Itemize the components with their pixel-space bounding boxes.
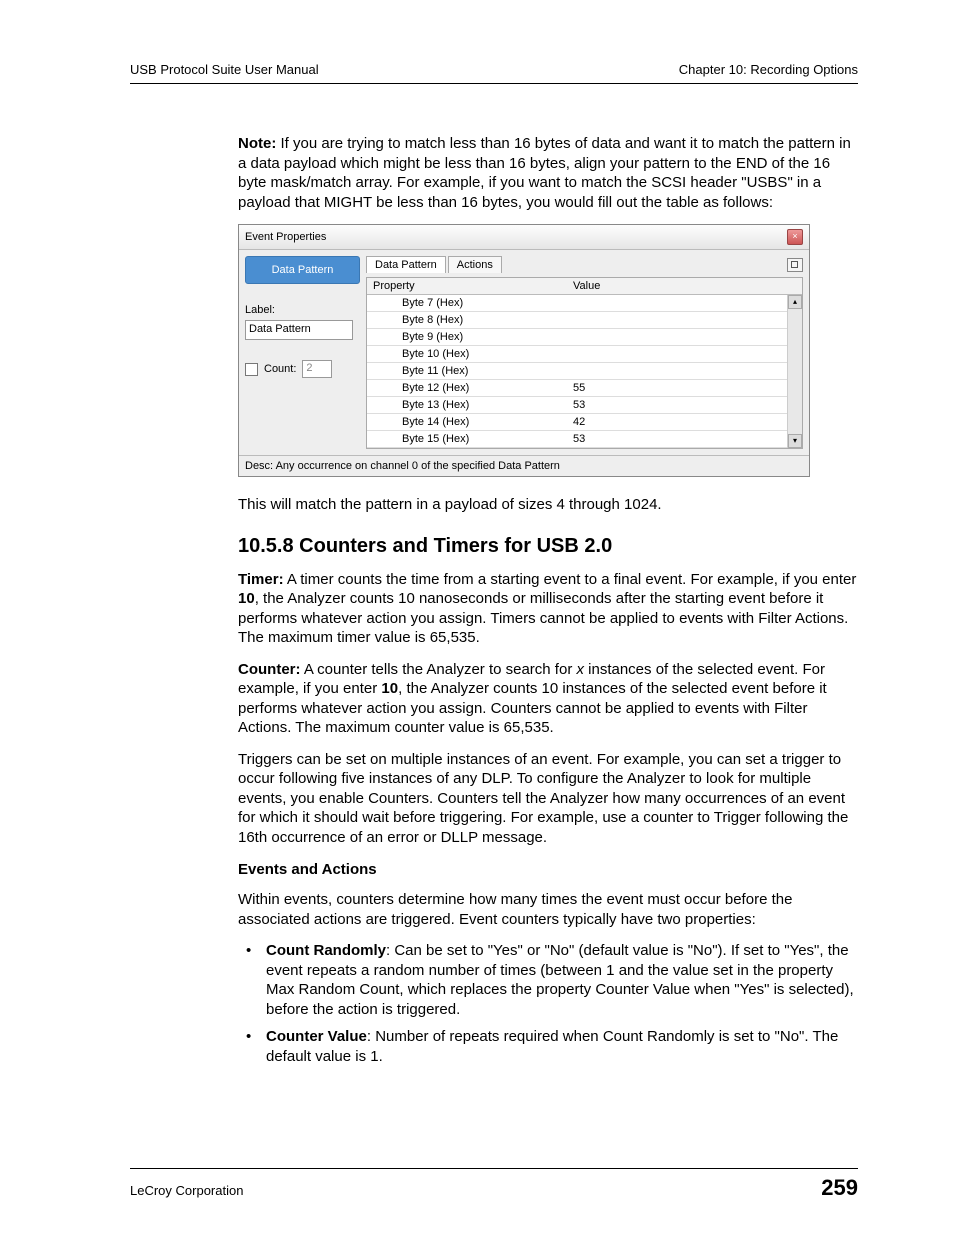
scroll-up-icon[interactable]: ▴ <box>788 295 802 309</box>
col-header-value: Value <box>567 278 802 294</box>
cell-value[interactable]: 53 <box>567 431 802 447</box>
page-number: 259 <box>821 1175 858 1201</box>
table-row[interactable]: Byte 14 (Hex)42 <box>367 414 802 431</box>
scroll-down-icon[interactable]: ▾ <box>788 434 802 448</box>
cell-value[interactable]: 42 <box>567 414 802 430</box>
cell-value[interactable] <box>567 363 802 379</box>
cell-value[interactable] <box>567 312 802 328</box>
note-label: Note: <box>238 135 276 152</box>
cell-value[interactable] <box>567 295 802 311</box>
timer-text-1: A timer counts the time from a starting … <box>284 571 857 588</box>
after-shot-text: This will match the pattern in a payload… <box>238 495 858 515</box>
label-caption: Label: <box>245 304 360 316</box>
event-properties-window: Event Properties × Data Pattern Label: D… <box>238 224 810 477</box>
col-header-property: Property <box>367 278 567 294</box>
triggers-paragraph: Triggers can be set on multiple instance… <box>238 750 858 848</box>
cell-property: Byte 11 (Hex) <box>367 363 567 379</box>
cell-property: Byte 7 (Hex) <box>367 295 567 311</box>
close-icon[interactable]: × <box>787 229 803 245</box>
cell-value[interactable]: 53 <box>567 397 802 413</box>
counter-bold: 10 <box>381 680 398 697</box>
window-title: Event Properties <box>245 231 326 243</box>
cell-value[interactable]: 55 <box>567 380 802 396</box>
cell-value[interactable] <box>567 346 802 362</box>
counter-paragraph: Counter: A counter tells the Analyzer to… <box>238 660 858 738</box>
property-table: Property Value Byte 7 (Hex) Byte 8 (Hex)… <box>366 277 803 449</box>
count-checkbox[interactable] <box>245 363 258 376</box>
cell-property: Byte 10 (Hex) <box>367 346 567 362</box>
tab-data-pattern[interactable]: Data Pattern <box>366 256 446 273</box>
cell-property: Byte 9 (Hex) <box>367 329 567 345</box>
cell-property: Byte 13 (Hex) <box>367 397 567 413</box>
footer-left: LeCroy Corporation <box>130 1183 243 1198</box>
page-header: USB Protocol Suite User Manual Chapter 1… <box>130 62 858 84</box>
section-heading: 10.5.8 Counters and Timers for USB 2.0 <box>238 535 858 558</box>
cell-value[interactable] <box>567 329 802 345</box>
table-row[interactable]: Byte 11 (Hex) <box>367 363 802 380</box>
table-row[interactable]: Byte 8 (Hex) <box>367 312 802 329</box>
table-row[interactable]: Byte 10 (Hex) <box>367 346 802 363</box>
label-input[interactable]: Data Pattern <box>245 320 353 340</box>
bullet-label: Count Randomly <box>266 942 386 959</box>
note-text: If you are trying to match less than 16 … <box>238 135 851 211</box>
bullet-label: Counter Value <box>266 1028 367 1045</box>
table-row[interactable]: Byte 13 (Hex)53 <box>367 397 802 414</box>
count-label: Count: <box>264 363 296 375</box>
timer-label: Timer: <box>238 571 284 588</box>
bullet-counter-value: Counter Value: Number of repeats require… <box>238 1027 858 1066</box>
cell-property: Byte 12 (Hex) <box>367 380 567 396</box>
cell-property: Byte 15 (Hex) <box>367 431 567 447</box>
timer-text-2: , the Analyzer counts 10 nanoseconds or … <box>238 590 848 646</box>
events-actions-paragraph: Within events, counters determine how ma… <box>238 890 858 929</box>
counter-text-1: A counter tells the Analyzer to search f… <box>301 661 577 678</box>
table-row[interactable]: Byte 15 (Hex)53 <box>367 431 802 448</box>
events-actions-heading: Events and Actions <box>238 861 858 878</box>
count-input[interactable]: 2 <box>302 360 332 378</box>
page-footer: LeCroy Corporation 259 <box>130 1168 858 1201</box>
timer-paragraph: Timer: A timer counts the time from a st… <box>238 570 858 648</box>
pin-icon[interactable] <box>787 258 803 272</box>
header-right: Chapter 10: Recording Options <box>679 62 858 77</box>
bullet-count-randomly: Count Randomly: Can be set to "Yes" or "… <box>238 941 858 1019</box>
table-row[interactable]: Byte 12 (Hex)55 <box>367 380 802 397</box>
cell-property: Byte 8 (Hex) <box>367 312 567 328</box>
counter-italic: x <box>576 661 584 678</box>
tab-actions[interactable]: Actions <box>448 256 502 273</box>
window-titlebar: Event Properties × <box>239 225 809 250</box>
table-row[interactable]: Byte 9 (Hex) <box>367 329 802 346</box>
counter-label: Counter: <box>238 661 301 678</box>
cell-property: Byte 14 (Hex) <box>367 414 567 430</box>
data-pattern-button[interactable]: Data Pattern <box>245 256 360 284</box>
note-paragraph: Note: If you are trying to match less th… <box>238 134 858 212</box>
timer-bold: 10 <box>238 590 255 607</box>
table-row[interactable]: Byte 7 (Hex) <box>367 295 802 312</box>
description-text: Desc: Any occurrence on channel 0 of the… <box>239 455 809 476</box>
header-left: USB Protocol Suite User Manual <box>130 62 319 77</box>
scrollbar[interactable]: ▴ ▾ <box>787 295 802 448</box>
